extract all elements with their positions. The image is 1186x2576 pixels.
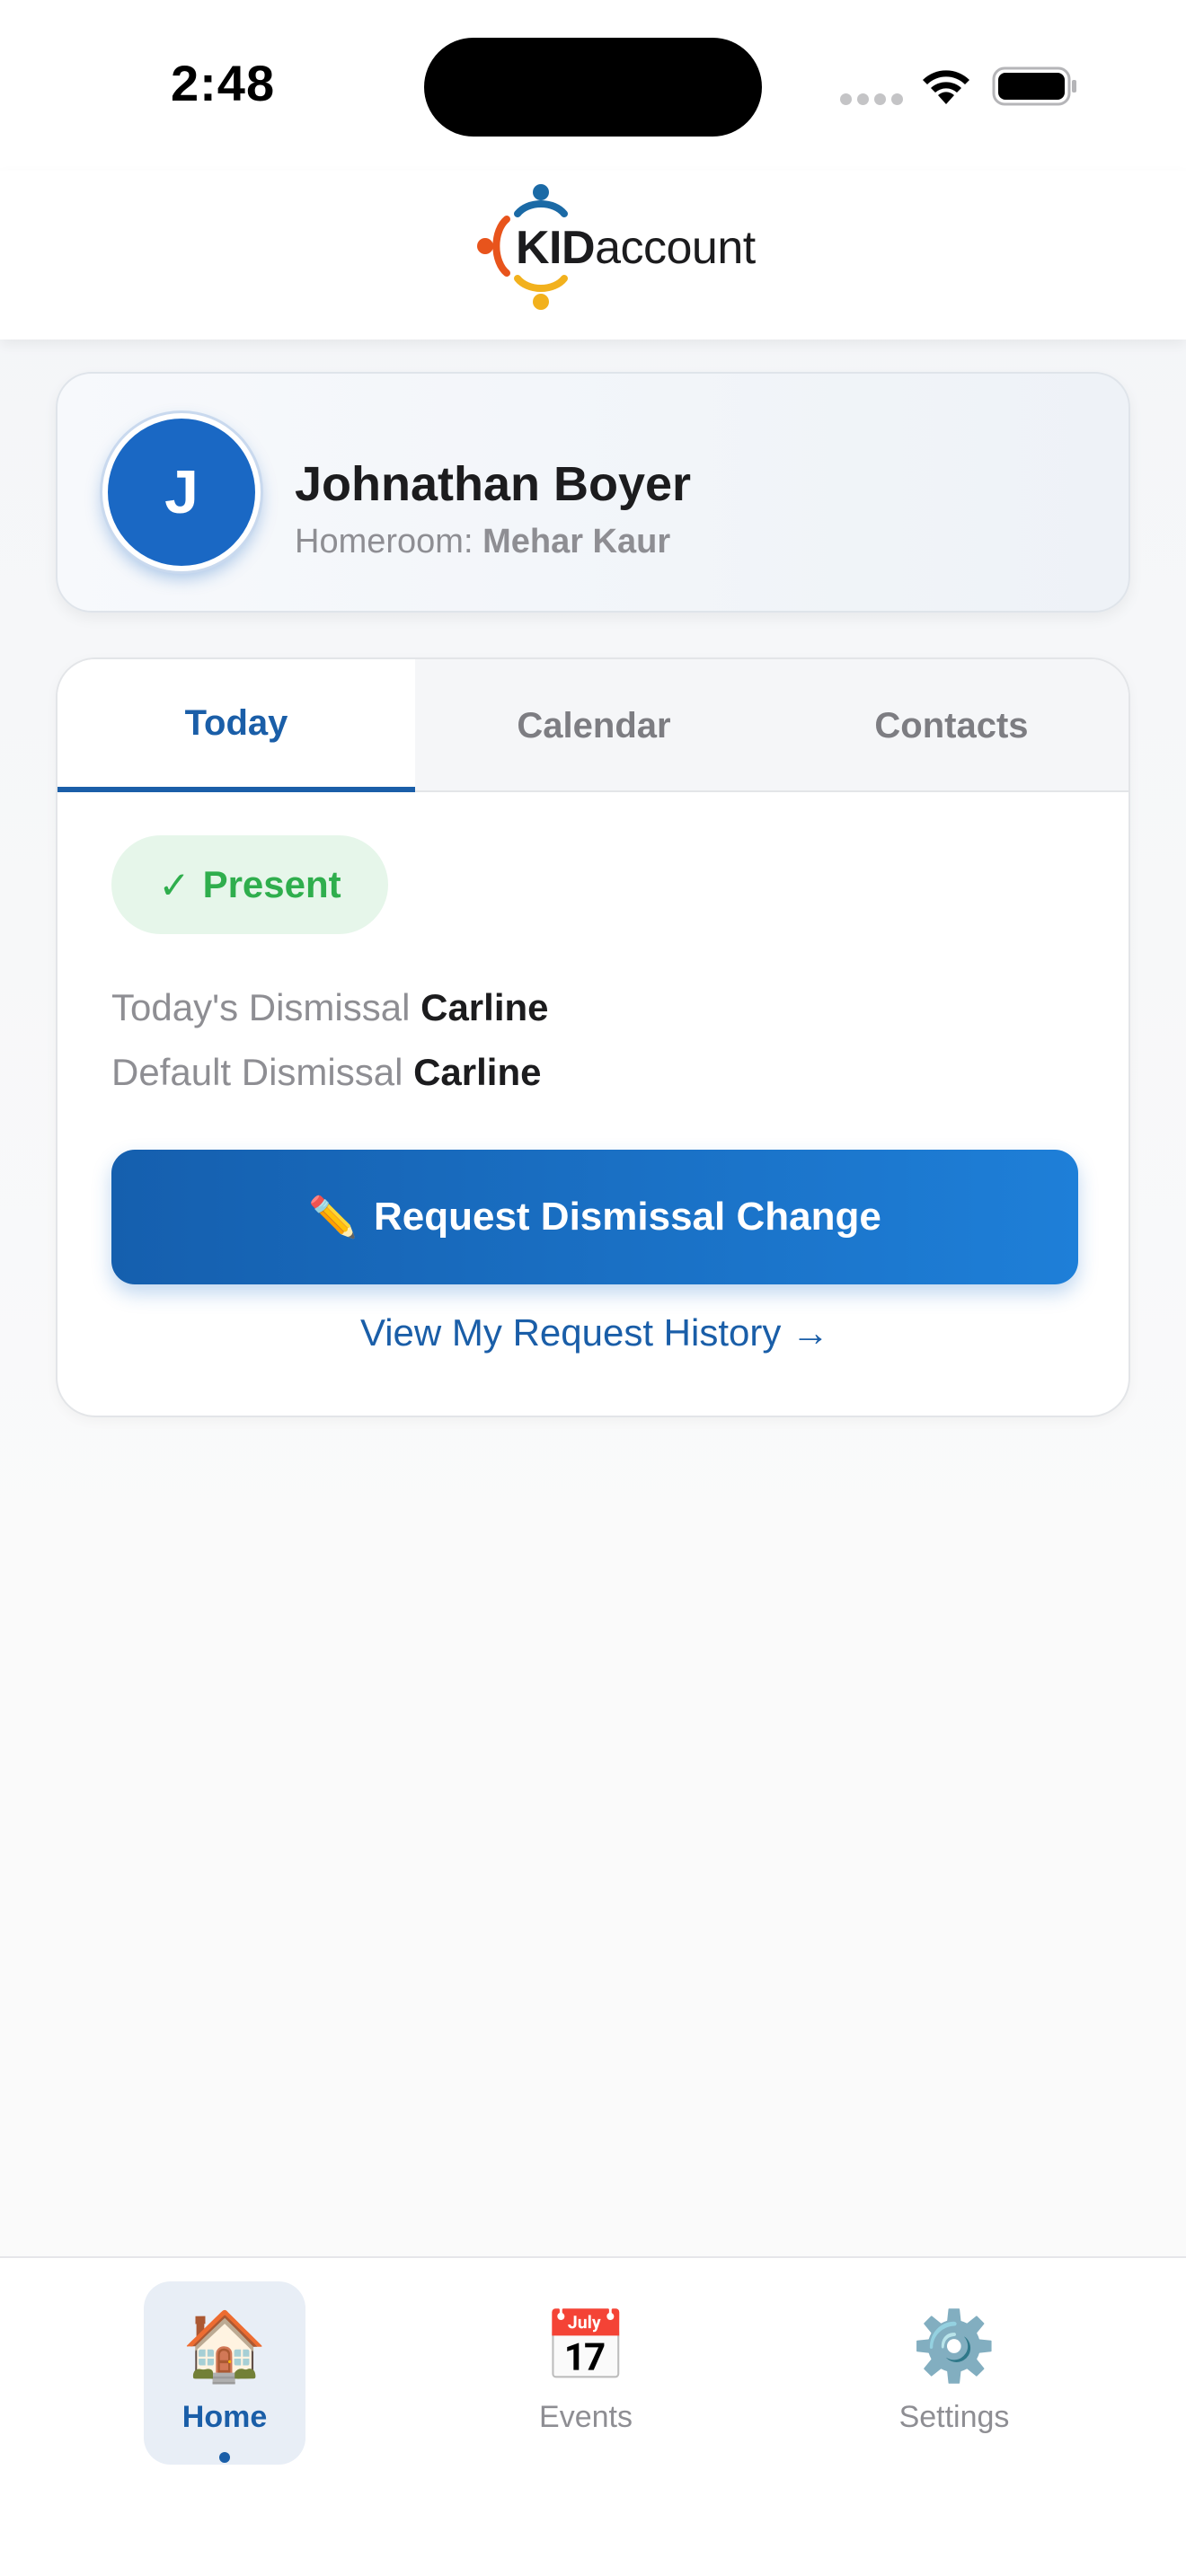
tab-today[interactable]: Today <box>58 659 415 792</box>
default-dismissal: Default Dismissal Carline <box>111 1051 541 1094</box>
active-indicator-dot <box>219 2452 230 2463</box>
request-dismissal-change-button[interactable]: ✏️ Request Dismissal Change <box>111 1150 1078 1284</box>
nav-home[interactable]: 🏠 Home <box>144 2281 305 2465</box>
nav-settings[interactable]: ⚙️ Settings <box>873 2281 1035 2465</box>
calendar-icon: 📅 <box>543 2308 629 2385</box>
wifi-icon <box>923 70 969 104</box>
home-icon: 🏠 <box>181 2308 268 2385</box>
tab-bar: Today Calendar Contacts <box>58 659 1128 792</box>
homeroom-teacher: Mehar Kaur <box>482 523 671 560</box>
default-dismissal-value: Carline <box>413 1051 542 1093</box>
cellular-signal-icon <box>840 93 903 106</box>
checkmark-icon: ✓ <box>158 863 190 906</box>
view-request-history-link[interactable]: View My Request History → <box>58 1311 1128 1354</box>
status-time: 2:48 <box>171 55 276 111</box>
todays-dismissal: Today's Dismissal Carline <box>111 986 549 1029</box>
tab-calendar[interactable]: Calendar <box>415 659 773 792</box>
bottom-nav: 🏠 Home 📅 Events ⚙️ Settings <box>0 2256 1186 2576</box>
student-card[interactable]: J Johnathan Boyer Homeroom: Mehar Kaur <box>56 372 1130 613</box>
gear-icon: ⚙️ <box>911 2308 997 2385</box>
homeroom: Homeroom: Mehar Kaur <box>295 523 670 561</box>
pencil-icon: ✏️ <box>308 1195 358 1239</box>
nav-events[interactable]: 📅 Events <box>505 2281 667 2465</box>
todays-dismissal-label: Today's Dismissal <box>111 986 411 1028</box>
default-dismissal-label: Default Dismissal <box>111 1051 403 1093</box>
nav-home-label: Home <box>181 2400 268 2434</box>
avatar: J <box>102 413 261 571</box>
battery-icon <box>992 66 1076 106</box>
homeroom-label: Homeroom: <box>295 523 474 560</box>
nav-settings-label: Settings <box>898 2400 1010 2434</box>
todays-dismissal-value: Carline <box>420 986 549 1028</box>
student-name: Johnathan Boyer <box>295 457 692 511</box>
nav-events-label: Events <box>539 2400 633 2434</box>
logo-text: KIDaccount <box>516 222 756 274</box>
attendance-status-badge: ✓ Present <box>111 835 388 934</box>
tab-contacts[interactable]: Contacts <box>773 659 1128 792</box>
status-bar: 2:48 <box>0 0 1186 171</box>
request-dismissal-change-label: Request Dismissal Change <box>373 1195 881 1239</box>
screen: 2:48 KIDaccount J Johnathan Boyer Homero… <box>0 0 1186 2576</box>
student-details-card: Today Calendar Contacts ✓ Present Today'… <box>56 657 1130 1417</box>
dynamic-island <box>424 38 762 137</box>
attendance-status-label: Present <box>202 863 341 905</box>
